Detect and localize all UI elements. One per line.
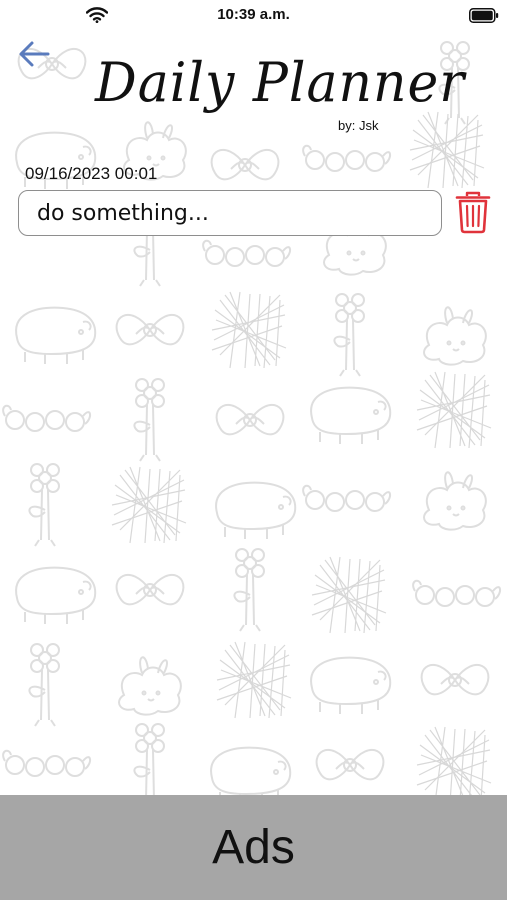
status-time: 10:39 a.m. (217, 6, 290, 23)
app-byline: by: Jsk (338, 118, 379, 133)
ads-label: Ads (212, 821, 295, 874)
task-input[interactable] (18, 190, 442, 236)
battery-icon (469, 8, 499, 23)
status-bar: 10:39 a.m. (0, 0, 507, 30)
arrow-left-icon (19, 41, 50, 67)
doodle-background (2, 41, 502, 807)
app-title: Daily Planner (95, 51, 466, 115)
delete-button[interactable] (454, 190, 492, 234)
back-button[interactable] (14, 38, 54, 74)
task-date: 09/16/2023 00:01 (25, 164, 158, 183)
trash-icon (455, 191, 491, 234)
ads-banner[interactable]: Ads (0, 795, 507, 900)
